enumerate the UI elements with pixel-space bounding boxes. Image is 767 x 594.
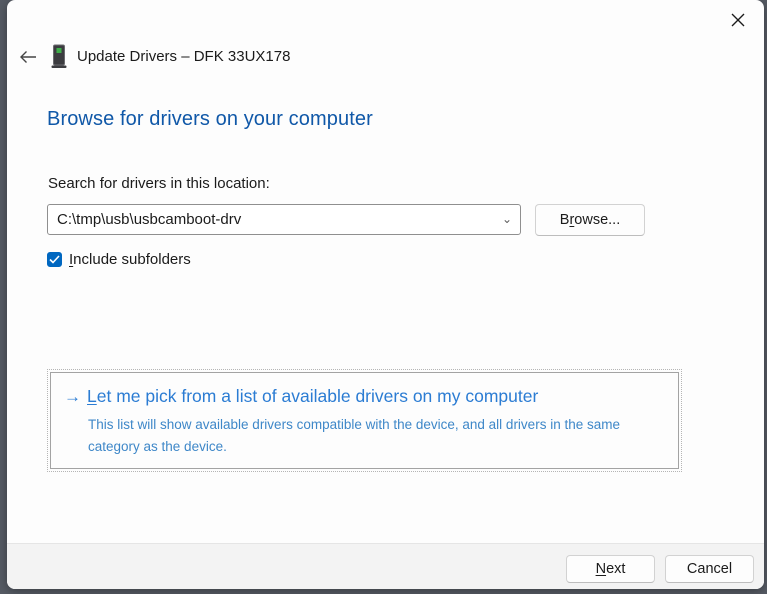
back-arrow-icon bbox=[19, 50, 37, 64]
next-button[interactable]: Next bbox=[566, 555, 655, 583]
update-drivers-dialog: Update Drivers – DFK 33UX178 Browse for … bbox=[7, 0, 764, 589]
dialog-title: Update Drivers – DFK 33UX178 bbox=[77, 48, 290, 65]
wizard-header: Update Drivers – DFK 33UX178 bbox=[7, 40, 764, 76]
page-heading: Browse for drivers on your computer bbox=[47, 108, 373, 131]
location-label: Search for drivers in this location: bbox=[48, 175, 270, 192]
let-me-pick-option[interactable]: → Let me pick from a list of available d… bbox=[50, 372, 679, 469]
let-me-pick-description: This list will show available drivers co… bbox=[88, 414, 663, 457]
driver-path-combobox[interactable]: ⌄ bbox=[47, 204, 521, 235]
driver-path-input[interactable] bbox=[48, 211, 494, 228]
cancel-button[interactable]: Cancel bbox=[665, 555, 754, 583]
subfolders-checkbox[interactable] bbox=[47, 252, 62, 267]
close-button[interactable] bbox=[724, 6, 752, 34]
close-icon bbox=[731, 13, 745, 27]
device-driver-icon bbox=[49, 44, 69, 75]
dialog-footer: Next Cancel bbox=[7, 543, 764, 589]
include-subfolders-row[interactable]: Include subfolders bbox=[47, 251, 191, 268]
back-button[interactable] bbox=[13, 42, 43, 72]
subfolders-label: Include subfolders bbox=[69, 251, 191, 268]
right-arrow-icon: → bbox=[64, 387, 81, 407]
checkmark-icon bbox=[49, 255, 60, 264]
chevron-down-icon[interactable]: ⌄ bbox=[494, 205, 520, 234]
browse-button[interactable]: Browse... bbox=[535, 204, 645, 236]
let-me-pick-label: Let me pick from a list of available dri… bbox=[87, 386, 538, 407]
